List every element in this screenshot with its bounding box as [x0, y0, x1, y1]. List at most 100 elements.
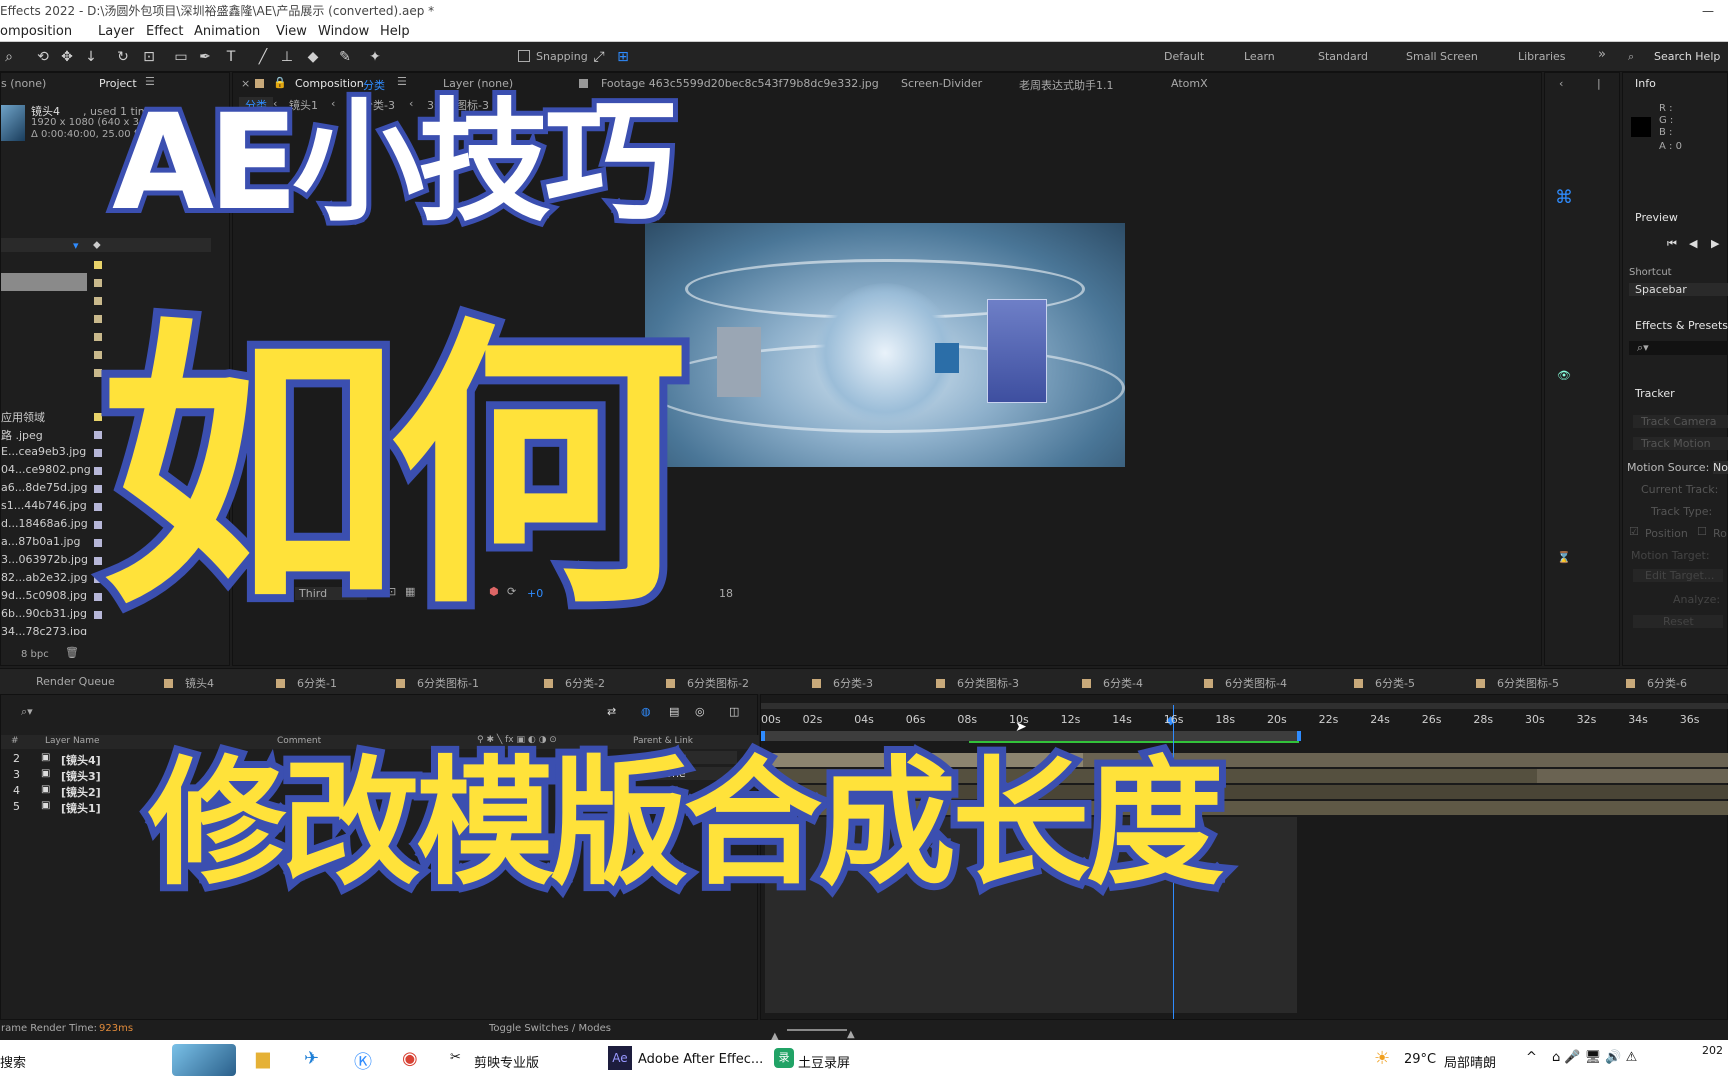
position-checkbox[interactable]: ☑: [1629, 525, 1639, 538]
clock-year[interactable]: 202: [1702, 1044, 1723, 1057]
selected-row[interactable]: [1, 273, 87, 291]
tray-icons[interactable]: ⌂ 🎤 🖥 🔊 ⚠: [1552, 1050, 1637, 1065]
snap-icon[interactable]: ⤢: [590, 48, 608, 66]
taskbar-search[interactable]: 搜索: [0, 1052, 26, 1071]
shortcut-select[interactable]: Spacebar: [1629, 283, 1728, 296]
weather-temp[interactable]: 29°C: [1404, 1052, 1436, 1067]
list-item[interactable]: 34...78c273.jpg: [1, 625, 93, 635]
trash-icon[interactable]: 🗑: [65, 646, 79, 659]
list-item[interactable]: a...87b0a1.jpg: [1, 535, 93, 553]
workspace-default[interactable]: Default: [1164, 50, 1204, 63]
feishu-icon[interactable]: ✈: [304, 1048, 319, 1069]
composition-frame[interactable]: [645, 223, 1125, 467]
menu-composition[interactable]: omposition: [0, 22, 72, 42]
list-item[interactable]: 应用领域: [1, 409, 93, 427]
pen-tool-icon[interactable]: ✒: [196, 48, 214, 66]
list-item[interactable]: 82...ab2e32.jpg: [1, 571, 93, 589]
rectangle-tool-icon[interactable]: ▭: [172, 48, 190, 66]
motion-source-select[interactable]: No: [1713, 461, 1728, 474]
rotate-tool-icon[interactable]: ↻: [114, 48, 132, 66]
timeline-tab[interactable]: 6分类-6: [1626, 675, 1687, 691]
jianying-app[interactable]: 剪映专业版: [474, 1052, 539, 1071]
play-icon[interactable]: ▶: [1711, 237, 1719, 250]
stamp-tool-icon[interactable]: ⊥: [278, 48, 296, 66]
bpc-label[interactable]: 8 bpc: [21, 649, 49, 660]
list-item[interactable]: 04...ce9802.png: [1, 463, 93, 481]
timeline-tab[interactable]: 6分类图标-5: [1476, 675, 1559, 691]
timeline-tab[interactable]: 6分类图标-1: [396, 675, 479, 691]
ae-icon[interactable]: Ae: [608, 1046, 632, 1070]
snapping-checkbox[interactable]: [518, 50, 530, 62]
menu-animation[interactable]: Animation: [194, 22, 260, 42]
timeline-tab[interactable]: 6分类-5: [1354, 675, 1415, 691]
reset-button[interactable]: Reset: [1633, 615, 1723, 628]
pan-tool-icon[interactable]: ✥: [58, 48, 76, 66]
roto-tool-icon[interactable]: ✎: [336, 48, 354, 66]
shy-icon[interactable]: ◍: [641, 705, 651, 718]
tab-render-queue[interactable]: Render Queue: [36, 675, 115, 688]
workspace-learn[interactable]: Learn: [1244, 50, 1275, 63]
menu-layer[interactable]: Layer: [98, 22, 134, 42]
track-motion-button[interactable]: Track Motion: [1633, 437, 1728, 450]
snap-target-icon[interactable]: ⊞: [614, 48, 632, 66]
graph-editor-icon[interactable]: ◫: [729, 705, 739, 718]
tab-screen-divider[interactable]: Screen-Divider: [901, 77, 982, 90]
menu-window[interactable]: Window: [318, 22, 369, 42]
tudou-icon[interactable]: 录: [774, 1048, 794, 1068]
workspace-libraries[interactable]: Libraries: [1518, 50, 1566, 63]
type-tool-icon[interactable]: T: [222, 48, 240, 66]
workspace-standard[interactable]: Standard: [1318, 50, 1368, 63]
layer-bar[interactable]: [1537, 769, 1728, 783]
timeline-tab[interactable]: 6分类-2: [544, 675, 605, 691]
eye-icon[interactable]: 👁: [1557, 369, 1571, 382]
tab-atomx[interactable]: AtomX: [1171, 77, 1208, 90]
draft3d-icon[interactable]: ⇄: [607, 705, 616, 718]
zoom-in-icon[interactable]: ▲: [847, 1029, 855, 1040]
work-area-range[interactable]: [761, 731, 1301, 741]
strip-menu-icon[interactable]: ‹: [1559, 77, 1563, 90]
first-frame-icon[interactable]: ⏮: [1667, 237, 1677, 251]
track-camera-button[interactable]: Track Camera: [1633, 415, 1728, 428]
timeline-tab[interactable]: 6分类-4: [1082, 675, 1143, 691]
search-help-input[interactable]: Search Help: [1654, 50, 1720, 63]
workspace-small-screen[interactable]: Small Screen: [1406, 50, 1478, 63]
minimize-button[interactable]: —: [1702, 0, 1714, 22]
menu-effect[interactable]: Effect: [146, 22, 183, 42]
list-item[interactable]: 9d...5c0908.jpg: [1, 589, 93, 607]
timeline-tab[interactable]: 6分类图标-4: [1204, 675, 1287, 691]
chrome-icon[interactable]: ◉: [402, 1048, 418, 1069]
rotation-checkbox[interactable]: ☐: [1697, 525, 1707, 538]
timeline-tab[interactable]: 6分类图标-2: [666, 675, 749, 691]
list-item[interactable]: 6b...90cb31.jpg: [1, 607, 93, 625]
tab-helper[interactable]: 老周表达式助手1.1: [1019, 77, 1114, 93]
timeline-search-input[interactable]: ⌕▾: [21, 705, 33, 719]
list-item[interactable]: d...18468a6.jpg: [1, 517, 93, 535]
zoom-slider[interactable]: [787, 1029, 847, 1031]
dolly-tool-icon[interactable]: ↓: [82, 48, 100, 66]
edit-target-button[interactable]: Edit Target...: [1633, 569, 1723, 582]
tray-chevron-icon[interactable]: ^: [1526, 1050, 1537, 1065]
frame-blend-icon[interactable]: ▤: [669, 705, 679, 718]
zoom-tool-icon[interactable]: ⌕: [0, 48, 18, 66]
menu-view[interactable]: View: [276, 22, 307, 42]
col-layer-name[interactable]: Layer Name: [45, 736, 100, 746]
effects-presets-title[interactable]: Effects & Presets: [1635, 319, 1728, 332]
orbit-tool-icon[interactable]: ⟲: [34, 48, 52, 66]
weather-desc[interactable]: 局部晴朗: [1444, 1052, 1496, 1071]
timeline-tab[interactable]: 镜头4: [164, 675, 214, 691]
jianying-icon[interactable]: ✂: [450, 1050, 461, 1065]
tab-effect-controls[interactable]: s (none): [1, 77, 46, 90]
tudou-app[interactable]: 土豆录屏: [798, 1052, 850, 1071]
list-item[interactable]: 3...063972b.jpg: [1, 553, 93, 571]
anchor-grid-icon[interactable]: ⌘: [1555, 187, 1573, 208]
menu-help[interactable]: Help: [380, 22, 410, 42]
work-area-bar[interactable]: [761, 703, 1728, 709]
effects-search-input[interactable]: ⌕▾: [1629, 341, 1728, 355]
prev-frame-icon[interactable]: ◀: [1689, 237, 1697, 250]
motion-blur-icon[interactable]: ◎: [695, 705, 705, 718]
timeline-tab[interactable]: 6分类-1: [276, 675, 337, 691]
preview-title[interactable]: Preview: [1635, 211, 1678, 224]
brush-tool-icon[interactable]: ╱: [254, 48, 272, 66]
sort-icon[interactable]: ▾: [73, 239, 79, 252]
tracker-title[interactable]: Tracker: [1635, 387, 1675, 400]
